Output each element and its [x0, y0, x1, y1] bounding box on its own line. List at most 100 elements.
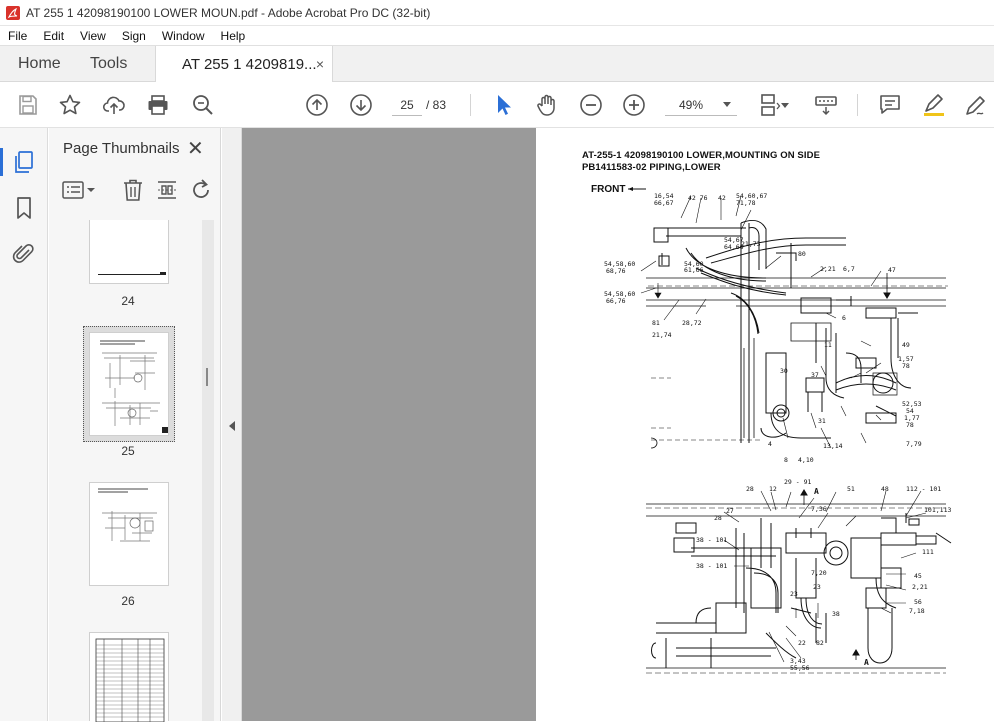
chevron-down-icon[interactable] [780, 93, 790, 117]
callout: 7,20 [811, 569, 827, 577]
menu-view[interactable]: View [72, 29, 114, 43]
attachment-paperclip-icon[interactable] [12, 242, 36, 266]
page-display-icon[interactable] [758, 93, 782, 117]
find-zoom-icon[interactable] [191, 93, 215, 117]
thumbnail-label-26: 26 [121, 594, 135, 608]
callout: 21,74 [652, 331, 672, 339]
tab-document[interactable]: AT 255 1 4209819... × [155, 46, 333, 83]
page-thumbnail-24[interactable] [89, 220, 169, 284]
callout: 13,14 [823, 442, 843, 450]
document-viewer[interactable]: AT-255-1 42098190100 LOWER,MOUNTING ON S… [242, 128, 994, 721]
thumbnail-options-icon[interactable] [61, 178, 97, 202]
zoom-level-dropdown[interactable]: 49% [665, 94, 737, 116]
menu-window[interactable]: Window [154, 29, 213, 43]
callout: 48 [881, 485, 889, 493]
callout: 101,113 [924, 506, 951, 514]
callout: 30 [780, 367, 788, 375]
menu-help[interactable]: Help [213, 29, 254, 43]
callout: 42 76 [688, 194, 708, 202]
callout: 42 [718, 194, 726, 202]
callout: 29 - 91 [784, 478, 811, 486]
tab-home[interactable]: Home [18, 46, 61, 82]
zoom-out-icon[interactable] [579, 93, 603, 117]
page-thumbnail-27[interactable] [89, 632, 169, 723]
zoom-level-value: 49% [679, 98, 704, 112]
share-cloud-icon[interactable] [102, 93, 126, 117]
piping-schematic-drawing: 16,54 66,67 42 76 42 54,60,67 71,78 54,6… [604, 187, 951, 674]
toolbar-divider [857, 94, 858, 116]
hand-tool-icon[interactable] [535, 93, 559, 117]
callout: 6 [842, 314, 846, 322]
callout: 21,73 [741, 240, 761, 248]
callout: 23 [813, 583, 821, 591]
callout: 8 [784, 456, 788, 464]
select-cursor-icon[interactable] [492, 93, 516, 117]
callout: 2,21 [912, 583, 928, 591]
callout: 66,76 [606, 297, 626, 305]
thumbnail-label-24: 24 [121, 294, 135, 308]
extract-pages-icon[interactable] [155, 178, 179, 202]
scrolling-mode-icon[interactable] [814, 93, 838, 117]
page-thumbnail-25[interactable] [89, 332, 169, 436]
collapse-arrow-icon[interactable] [229, 421, 235, 431]
section-marker: A [814, 487, 819, 496]
menu-sign[interactable]: Sign [114, 29, 154, 43]
print-icon[interactable] [146, 93, 170, 117]
panel-title: Page Thumbnails [63, 140, 180, 157]
menu-edit[interactable]: Edit [35, 29, 72, 43]
thumbnail-drawing-25 [100, 340, 168, 433]
close-icon[interactable]: ✕ [187, 136, 204, 161]
bookmark-star-icon[interactable] [58, 93, 82, 117]
callout: 23 [790, 590, 798, 598]
callout: 47 [888, 266, 896, 274]
scrollbar-grip[interactable] [206, 368, 208, 386]
callout: 4 [768, 440, 772, 448]
tab-close-icon[interactable]: × [316, 56, 324, 72]
callout: 112 - 101 [906, 485, 941, 493]
pdf-page: AT-255-1 42098190100 LOWER,MOUNTING ON S… [536, 128, 994, 721]
callout: 82 [816, 639, 824, 647]
callout: 111 [922, 548, 934, 556]
callout: 56 [914, 598, 922, 606]
bookmark-icon[interactable] [12, 196, 36, 220]
highlight-pen-icon[interactable] [922, 93, 946, 117]
active-indicator [0, 148, 3, 176]
page-thumbnail-26[interactable] [89, 482, 169, 586]
callout: 68,76 [606, 267, 626, 275]
window-titlebar: AT 255 1 42098190100 LOWER MOUN.pdf - Ad… [0, 0, 994, 26]
comment-icon[interactable] [878, 93, 902, 117]
callout: 28,72 [682, 319, 702, 327]
sign-pen-icon[interactable] [964, 93, 988, 117]
callout: 28 [746, 485, 754, 493]
callout: 11 [824, 341, 832, 349]
callout: 38 [832, 610, 840, 618]
callout: 2,21 [820, 265, 836, 273]
callout: 4,10 [798, 456, 814, 464]
thumbnail-content [98, 274, 164, 275]
thumbnail-scrollbar[interactable] [202, 220, 214, 721]
thumbnail-table-27 [95, 638, 165, 723]
save-icon[interactable] [16, 93, 40, 117]
panel-collapse-strip[interactable] [222, 128, 242, 721]
thumbnail-toolbar [49, 176, 221, 206]
rotate-icon[interactable] [189, 178, 213, 202]
tab-document-label: AT 255 1 4209819... [182, 56, 317, 73]
menu-file[interactable]: File [0, 29, 35, 43]
callout: 27 [726, 507, 734, 515]
zoom-in-icon[interactable] [622, 93, 646, 117]
page-number-input[interactable]: 25 [392, 94, 422, 116]
previous-page-icon[interactable] [305, 93, 329, 117]
delete-trash-icon[interactable] [121, 178, 145, 202]
next-page-icon[interactable] [349, 93, 373, 117]
callout: 7,79 [906, 440, 922, 448]
callout: 51 [847, 485, 855, 493]
left-navigation-rail [0, 128, 48, 721]
callout: 45 [914, 572, 922, 580]
callout: 31 [818, 417, 826, 425]
callout: 12 [769, 485, 777, 493]
menu-bar: File Edit View Sign Window Help [0, 26, 994, 45]
page-thumbnails-icon[interactable] [12, 150, 36, 174]
tab-tools[interactable]: Tools [90, 46, 127, 82]
callout: 38 - 101 [696, 562, 727, 570]
tab-bar: Home Tools AT 255 1 4209819... × [0, 45, 994, 83]
